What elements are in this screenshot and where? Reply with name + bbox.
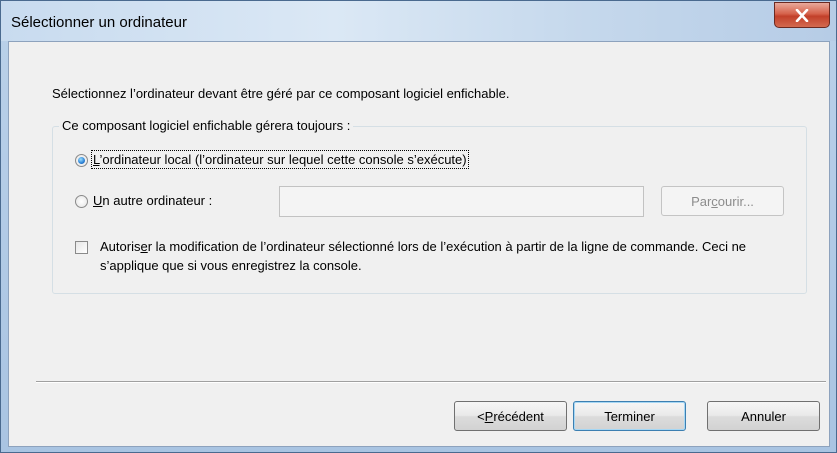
close-button[interactable] [774,2,830,28]
dialog-client-area: Sélectionnez l’ordinateur devant être gé… [8,41,830,447]
window-title: Sélectionner un ordinateur [11,14,187,31]
local-computer-label[interactable]: L’ordinateur local (l’ordinateur sur leq… [91,150,469,169]
allow-change-label[interactable]: Autoriser la modification de l’ordinateu… [100,237,770,275]
allow-change-checkbox[interactable] [75,241,88,254]
groupbox-label: Ce composant logiciel enfichable gérera … [59,118,354,133]
previous-button[interactable]: < Précédent [454,401,567,431]
cancel-button[interactable]: Annuler [707,401,820,431]
browse-button[interactable]: Par c ourir... [661,186,784,216]
finish-button[interactable]: Terminer [573,401,686,431]
title-bar[interactable]: Sélectionner un ordinateur [1,1,836,41]
other-computer-radio[interactable] [75,195,88,208]
local-computer-radio[interactable] [75,154,88,167]
dialog-window: Sélectionner un ordinateur Sélectionnez … [0,0,837,453]
close-icon [795,8,809,22]
instruction-text: Sélectionnez l’ordinateur devant être gé… [52,86,510,101]
footer-separator [36,381,826,383]
other-computer-label[interactable]: Un autre ordinateur : [93,193,212,208]
other-computer-input[interactable] [279,186,644,217]
